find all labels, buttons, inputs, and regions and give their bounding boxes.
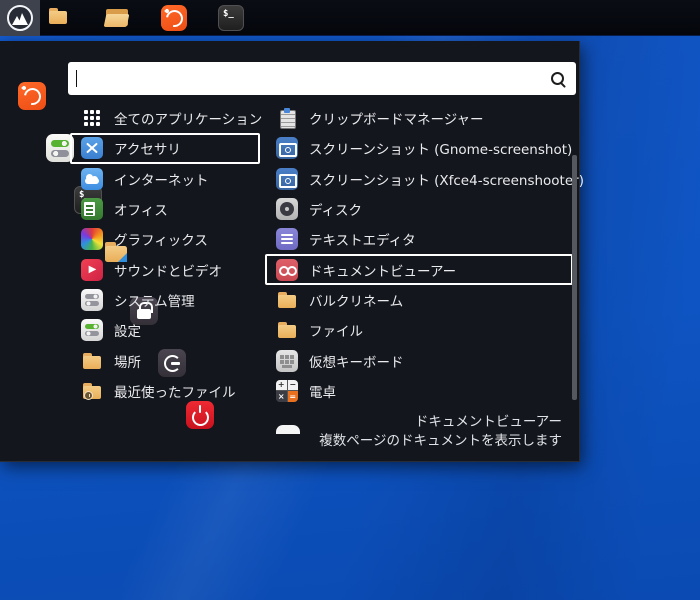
office-icon	[81, 198, 103, 221]
taskbar-folder-button[interactable]	[47, 5, 73, 31]
calculator-icon: + − × =	[276, 379, 298, 402]
category-item-label: サウンドとビデオ	[114, 263, 222, 280]
search-icon	[550, 71, 566, 87]
app-menu-button[interactable]	[0, 0, 40, 36]
clipboard-icon	[276, 107, 298, 130]
category-item-0[interactable]: 全てのアプリケーション	[70, 103, 263, 133]
category-item-label: オフィス	[114, 203, 168, 220]
category-item-9[interactable]: 最近使ったファイル	[70, 376, 260, 406]
category-item-2[interactable]: インターネット	[70, 164, 260, 194]
category-item-label: インターネット	[114, 172, 209, 189]
tooltip-description: 複数ページのドキュメントを表示します	[319, 432, 562, 449]
category-item-7[interactable]: 設定	[70, 315, 260, 345]
category-item-label: アクセサリ	[114, 142, 181, 159]
search-box[interactable]	[68, 62, 576, 95]
recent-part	[84, 390, 93, 400]
folder-open-part	[103, 14, 130, 27]
folder-icon	[276, 319, 298, 341]
calculator-part: ×	[276, 391, 287, 402]
app-item-4[interactable]: テキストエディタ	[265, 224, 573, 254]
category-item-label: 場所	[114, 354, 141, 371]
screenshot-icon	[276, 167, 298, 190]
scrollbar[interactable]	[572, 155, 577, 400]
keyboard-icon	[276, 349, 298, 372]
category-item-1[interactable]: アクセサリ	[70, 133, 260, 164]
search-input[interactable]	[68, 70, 550, 87]
system-icon	[81, 288, 103, 311]
application-menu-popup: 全てのアプリケーションアクセサリインターネットオフィスグラフィックスサウンドとビ…	[0, 41, 584, 462]
taskbar-terminal-button[interactable]	[218, 5, 244, 31]
calculator-part: =	[287, 391, 298, 402]
tooltip-title: ドキュメントビューアー	[414, 414, 562, 430]
category-item-3[interactable]: オフィス	[70, 194, 260, 224]
cutoff-icon	[276, 425, 300, 435]
app-item-label: クリップボードマネージャー	[309, 112, 484, 129]
app-item-label: 仮想キーボード	[309, 354, 404, 371]
app-item-0[interactable]: クリップボードマネージャー	[265, 103, 573, 133]
application-list: クリップボードマネージャースクリーンショット (Gnome-screenshot…	[265, 103, 584, 436]
app-item-label: バルクリネーム	[309, 293, 404, 310]
app-item-9[interactable]: + − × = 電卓	[265, 376, 573, 406]
settings-icon	[81, 319, 103, 342]
disks-icon	[276, 198, 298, 221]
category-item-6[interactable]: システム管理	[70, 285, 260, 315]
app-item-label: ディスク	[309, 203, 363, 220]
app-item-5[interactable]: ドキュメントビューアー	[265, 254, 573, 285]
app-item-label: スクリーンショット (Gnome-screenshot)	[309, 142, 573, 159]
taskbar-launchers	[0, 0, 700, 31]
distro-logo-icon	[7, 5, 33, 31]
category-item-label: 設定	[114, 324, 141, 341]
calculator-part: −	[287, 379, 298, 391]
category-item-5[interactable]: サウンドとビデオ	[70, 254, 260, 284]
places-icon	[81, 350, 103, 372]
category-item-label: グラフィックス	[114, 233, 208, 250]
app-item-6[interactable]: バルクリネーム	[265, 285, 573, 315]
text-cursor	[76, 70, 77, 87]
app-item-label: ファイル	[309, 324, 363, 341]
app-item-2[interactable]: スクリーンショット (Xfce4-screenshooter)	[265, 164, 584, 194]
app-item-3[interactable]: ディスク	[265, 194, 573, 224]
app-item-7[interactable]: ファイル	[265, 315, 573, 345]
internet-icon	[81, 167, 103, 190]
graphics-icon	[81, 228, 103, 251]
app-item-label: 電卓	[309, 384, 336, 401]
app-item-label: テキストエディタ	[309, 233, 416, 250]
category-list: 全てのアプリケーションアクセサリインターネットオフィスグラフィックスサウンドとビ…	[70, 103, 263, 406]
category-item-label: 最近使ったファイル	[114, 384, 236, 401]
app-item-label: スクリーンショット (Xfce4-screenshooter)	[309, 172, 584, 189]
app-item-8[interactable]: 仮想キーボード	[265, 345, 573, 375]
taskbar-firedragon-button[interactable]	[161, 5, 187, 31]
taskbar-folder-open-button[interactable]	[103, 5, 130, 31]
recent-icon	[81, 380, 103, 402]
file-manager-part	[118, 253, 127, 262]
category-item-4[interactable]: グラフィックス	[70, 224, 260, 254]
top-panel	[0, 0, 700, 36]
app-item-1[interactable]: スクリーンショット (Gnome-screenshot)	[265, 133, 573, 163]
multimedia-icon	[81, 258, 103, 281]
folder-icon	[276, 289, 298, 311]
accessories-icon	[81, 137, 103, 160]
all-apps-icon	[81, 107, 103, 129]
category-item-label: 全てのアプリケーション	[114, 112, 263, 129]
category-item-label: システム管理	[114, 293, 195, 310]
category-item-8[interactable]: 場所	[70, 345, 260, 375]
calculator-part: +	[276, 379, 287, 391]
sidebar-firedragon-button[interactable]	[18, 82, 46, 110]
texteditor-icon	[276, 228, 298, 251]
app-tooltip: ドキュメントビューアー 複数ページのドキュメントを表示します	[319, 413, 562, 450]
docviewer-icon	[276, 258, 298, 281]
screenshot-icon	[276, 137, 298, 160]
app-item-label: ドキュメントビューアー	[309, 263, 457, 280]
